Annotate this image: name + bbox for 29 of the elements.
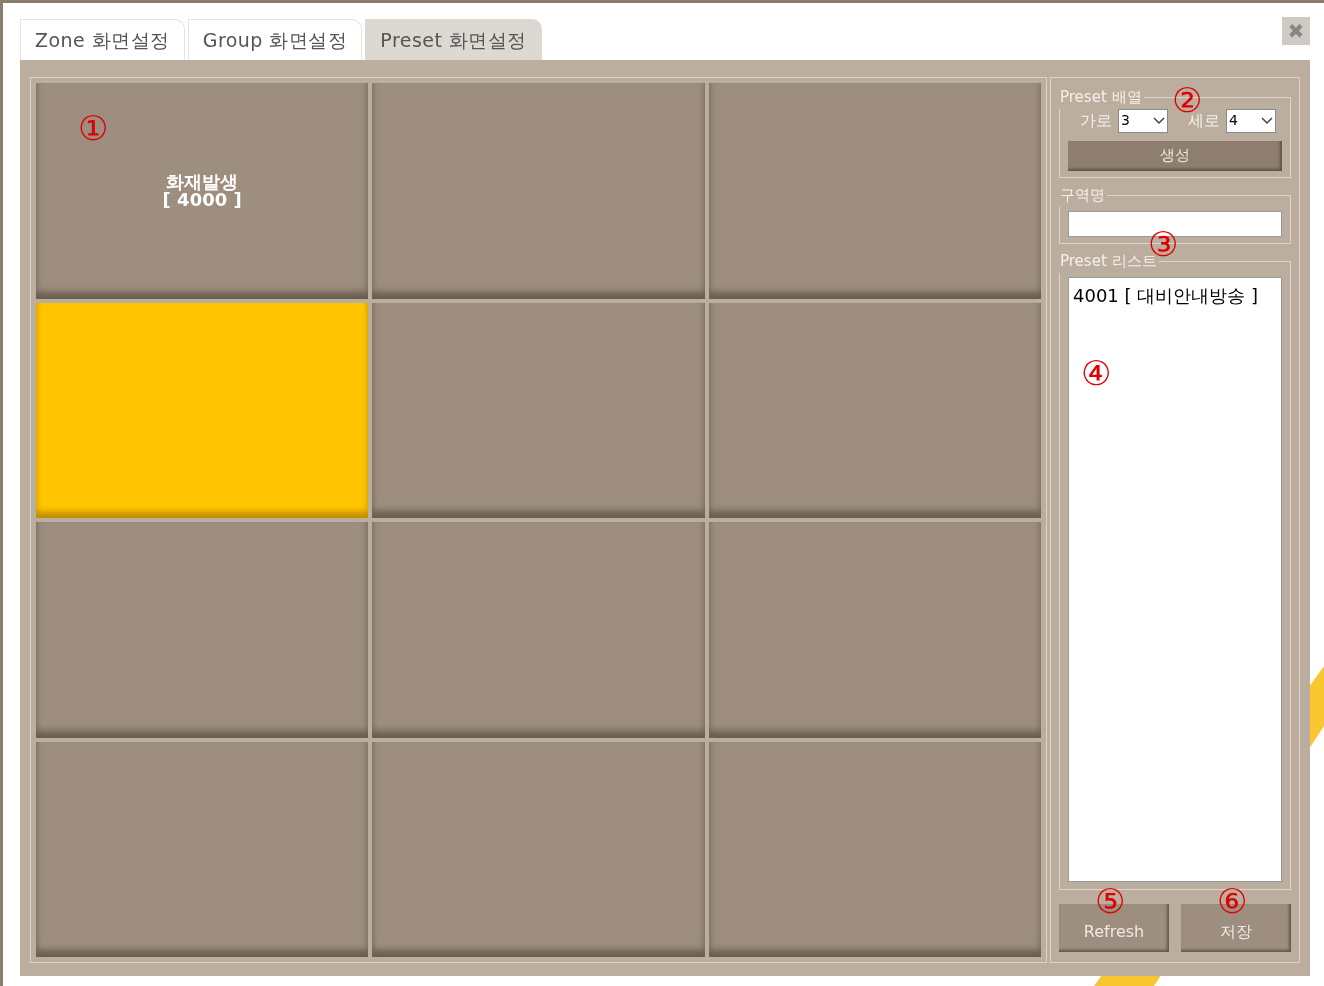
- preset-tile[interactable]: [708, 741, 1041, 957]
- preset-tile[interactable]: [708, 302, 1041, 518]
- tile-title: 화재발생: [166, 172, 239, 191]
- dropdown[interactable]: 3: [1118, 108, 1168, 133]
- tab[interactable]: Preset 화면설정: [365, 19, 542, 60]
- preset-tile[interactable]: [708, 522, 1041, 738]
- preset-tile[interactable]: [372, 83, 705, 299]
- group-label: Preset 배열: [1059, 87, 1143, 108]
- list-item[interactable]: 4001 [ 대비안내방송 ]: [1073, 281, 1277, 309]
- tile-code: [ 4000 ]: [162, 190, 242, 209]
- annotation-number: ①: [78, 111, 108, 145]
- preset-tile[interactable]: [372, 522, 705, 738]
- annotation-number: ④: [1081, 355, 1111, 390]
- field-label: 가로: [1080, 109, 1112, 132]
- preset-tile[interactable]: [372, 741, 705, 957]
- group-label: 구역명: [1059, 185, 1106, 206]
- dropdown[interactable]: 4: [1226, 108, 1276, 133]
- dropdown-value: 3: [1121, 111, 1130, 130]
- preset-tile[interactable]: [36, 522, 369, 738]
- tab[interactable]: Group 화면설정: [187, 19, 363, 60]
- preset-listbox[interactable]: 4001 [ 대비안내방송 ] ④: [1068, 276, 1282, 882]
- preset-tile[interactable]: [708, 83, 1041, 299]
- chevron-down-icon: [1153, 116, 1165, 125]
- dropdown-value: 4: [1229, 111, 1238, 130]
- chevron-down-icon: [1261, 116, 1273, 125]
- preset-tile[interactable]: [36, 741, 369, 957]
- tab[interactable]: Zone 화면설정: [20, 19, 185, 60]
- preset-tile[interactable]: [36, 302, 369, 518]
- preset-tile[interactable]: [372, 302, 705, 518]
